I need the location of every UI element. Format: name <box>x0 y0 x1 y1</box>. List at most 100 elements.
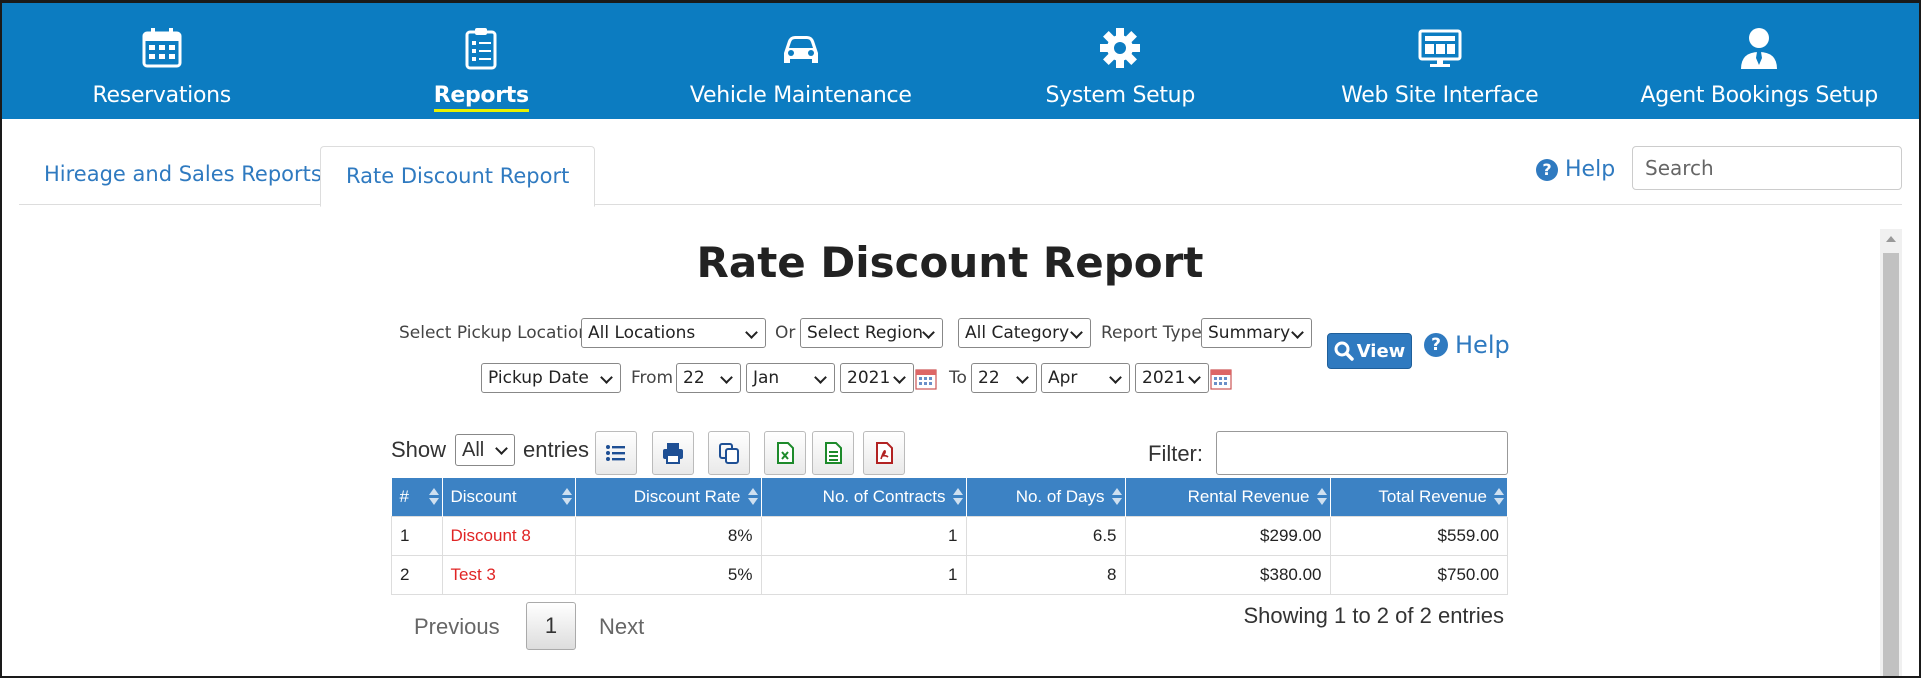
from-month-select[interactable]: Jan <box>746 363 835 393</box>
filter-label: Filter: <box>1148 441 1203 466</box>
contracts-count: 1 <box>760 555 967 595</box>
show-label: Show <box>391 437 447 462</box>
rental-revenue: $299.00 <box>1124 516 1331 556</box>
table-row: 2 Test 3 5% 1 8 $380.00 $750.00 <box>391 555 1508 595</box>
nav-label: Reports <box>433 83 529 112</box>
column-header-contracts[interactable]: No. of Contracts <box>761 478 967 517</box>
tab-hireage-and-sales-reports[interactable]: Hireage and Sales Reports <box>19 145 347 203</box>
discount-link[interactable]: Discount 8 <box>441 516 576 556</box>
column-header-number[interactable]: # <box>391 478 443 517</box>
question-icon: ? <box>1536 159 1558 181</box>
column-header-total-revenue[interactable]: Total Revenue <box>1330 478 1508 517</box>
column-header-rental-revenue[interactable]: Rental Revenue <box>1125 478 1331 517</box>
to-year-select[interactable]: 2021 <box>1135 363 1209 393</box>
from-calendar-icon[interactable] <box>915 368 937 390</box>
pickup-location-select[interactable]: All Locations <box>581 318 766 348</box>
print-button[interactable] <box>652 431 694 475</box>
nav-label: Reservations <box>92 83 232 108</box>
nav-system-setup[interactable]: System Setup <box>961 3 1281 119</box>
to-day-select[interactable]: 22 <box>971 363 1037 393</box>
car-icon <box>783 36 818 63</box>
pagination-next[interactable]: Next <box>599 614 644 640</box>
page-title: Rate Discount Report <box>696 238 1204 287</box>
sort-icon <box>952 488 963 506</box>
row-number: 2 <box>391 555 443 595</box>
from-label: From <box>631 368 674 388</box>
csv-file-icon <box>825 442 842 464</box>
pdf-export-button[interactable] <box>863 431 905 475</box>
nav-label: Vehicle Maintenance <box>689 83 912 108</box>
nav-reports[interactable]: Reports <box>322 3 642 119</box>
view-label: View <box>1356 340 1406 362</box>
days-count: 6.5 <box>965 516 1126 556</box>
pdf-file-icon <box>876 442 893 464</box>
column-visibility-button[interactable] <box>595 431 637 475</box>
discount-rate: 8% <box>574 516 762 556</box>
question-icon: ? <box>1424 333 1448 357</box>
discount-rate: 5% <box>574 555 762 595</box>
clipboard-icon <box>465 28 497 70</box>
entries-label: entries <box>523 437 590 462</box>
scroll-thumb[interactable] <box>1883 253 1899 676</box>
search-input[interactable] <box>1632 146 1902 190</box>
tab-rate-discount-report[interactable]: Rate Discount Report <box>320 146 596 207</box>
from-day-select[interactable]: 22 <box>676 363 741 393</box>
report-help-link[interactable]: ? Help <box>1424 331 1510 359</box>
sort-icon <box>1111 488 1122 506</box>
report-type-label: Report Type <box>1101 323 1202 343</box>
sort-icon <box>561 488 572 506</box>
excel-file-icon <box>777 442 794 464</box>
nav-label: Agent Bookings Setup <box>1640 83 1879 108</box>
or-label: Or <box>775 323 796 343</box>
help-link[interactable]: ? Help <box>1536 153 1615 187</box>
total-revenue: $559.00 <box>1329 516 1508 556</box>
help-label: Help <box>1455 331 1510 359</box>
vertical-scrollbar[interactable] <box>1880 229 1902 676</box>
filter-input[interactable] <box>1216 431 1508 475</box>
column-header-discount[interactable]: Discount <box>442 478 576 517</box>
to-month-select[interactable]: Apr <box>1041 363 1130 393</box>
list-icon <box>606 445 625 461</box>
column-header-days[interactable]: No. of Days <box>966 478 1126 517</box>
gear-icon <box>1100 28 1141 68</box>
calendar-icon <box>142 28 182 68</box>
table-info: Showing 1 to 2 of 2 entries <box>1243 603 1505 628</box>
sort-icon <box>1494 488 1504 506</box>
app-window: Reservations Reports Vehicle Maintenance <box>0 0 1921 678</box>
nav-web-site-interface[interactable]: Web Site Interface <box>1280 3 1600 119</box>
agent-icon <box>1741 28 1778 69</box>
sort-icon <box>747 488 758 506</box>
from-year-select[interactable]: 2021 <box>840 363 914 393</box>
search-icon <box>1334 341 1354 361</box>
pagination-previous[interactable]: Previous <box>414 614 500 640</box>
sort-icon <box>1316 488 1327 506</box>
view-button[interactable]: View <box>1327 333 1412 369</box>
to-calendar-icon[interactable] <box>1210 368 1232 390</box>
days-count: 8 <box>965 555 1126 595</box>
help-label: Help <box>1565 157 1616 182</box>
printer-icon <box>663 443 683 464</box>
rental-revenue: $380.00 <box>1124 555 1331 595</box>
entries-length-select[interactable]: All <box>455 434 515 466</box>
top-navigation: Reservations Reports Vehicle Maintenance <box>2 3 1919 119</box>
copy-icon <box>719 443 739 464</box>
date-type-select[interactable]: Pickup Date <box>481 363 621 393</box>
report-type-select[interactable]: Summary <box>1201 318 1312 348</box>
column-header-discount-rate[interactable]: Discount Rate <box>575 478 762 517</box>
nav-vehicle-maintenance[interactable]: Vehicle Maintenance <box>641 3 961 119</box>
discount-table: # Discount Discount Rate No. of Contract… <box>391 478 1508 595</box>
nav-label: Web Site Interface <box>1341 83 1539 108</box>
nav-reservations[interactable]: Reservations <box>2 3 322 119</box>
csv-export-button[interactable] <box>812 431 854 475</box>
row-number: 1 <box>391 516 443 556</box>
copy-button[interactable] <box>708 431 750 475</box>
pagination-page-1[interactable]: 1 <box>526 602 576 650</box>
contracts-count: 1 <box>760 516 967 556</box>
excel-export-button[interactable] <box>764 431 806 475</box>
category-select[interactable]: All Category <box>958 318 1091 348</box>
pickup-location-label: Select Pickup Location <box>399 323 589 343</box>
sort-icon <box>428 488 439 506</box>
nav-agent-bookings-setup[interactable]: Agent Bookings Setup <box>1600 3 1920 119</box>
region-select[interactable]: Select Region <box>800 318 943 348</box>
discount-link[interactable]: Test 3 <box>441 555 576 595</box>
